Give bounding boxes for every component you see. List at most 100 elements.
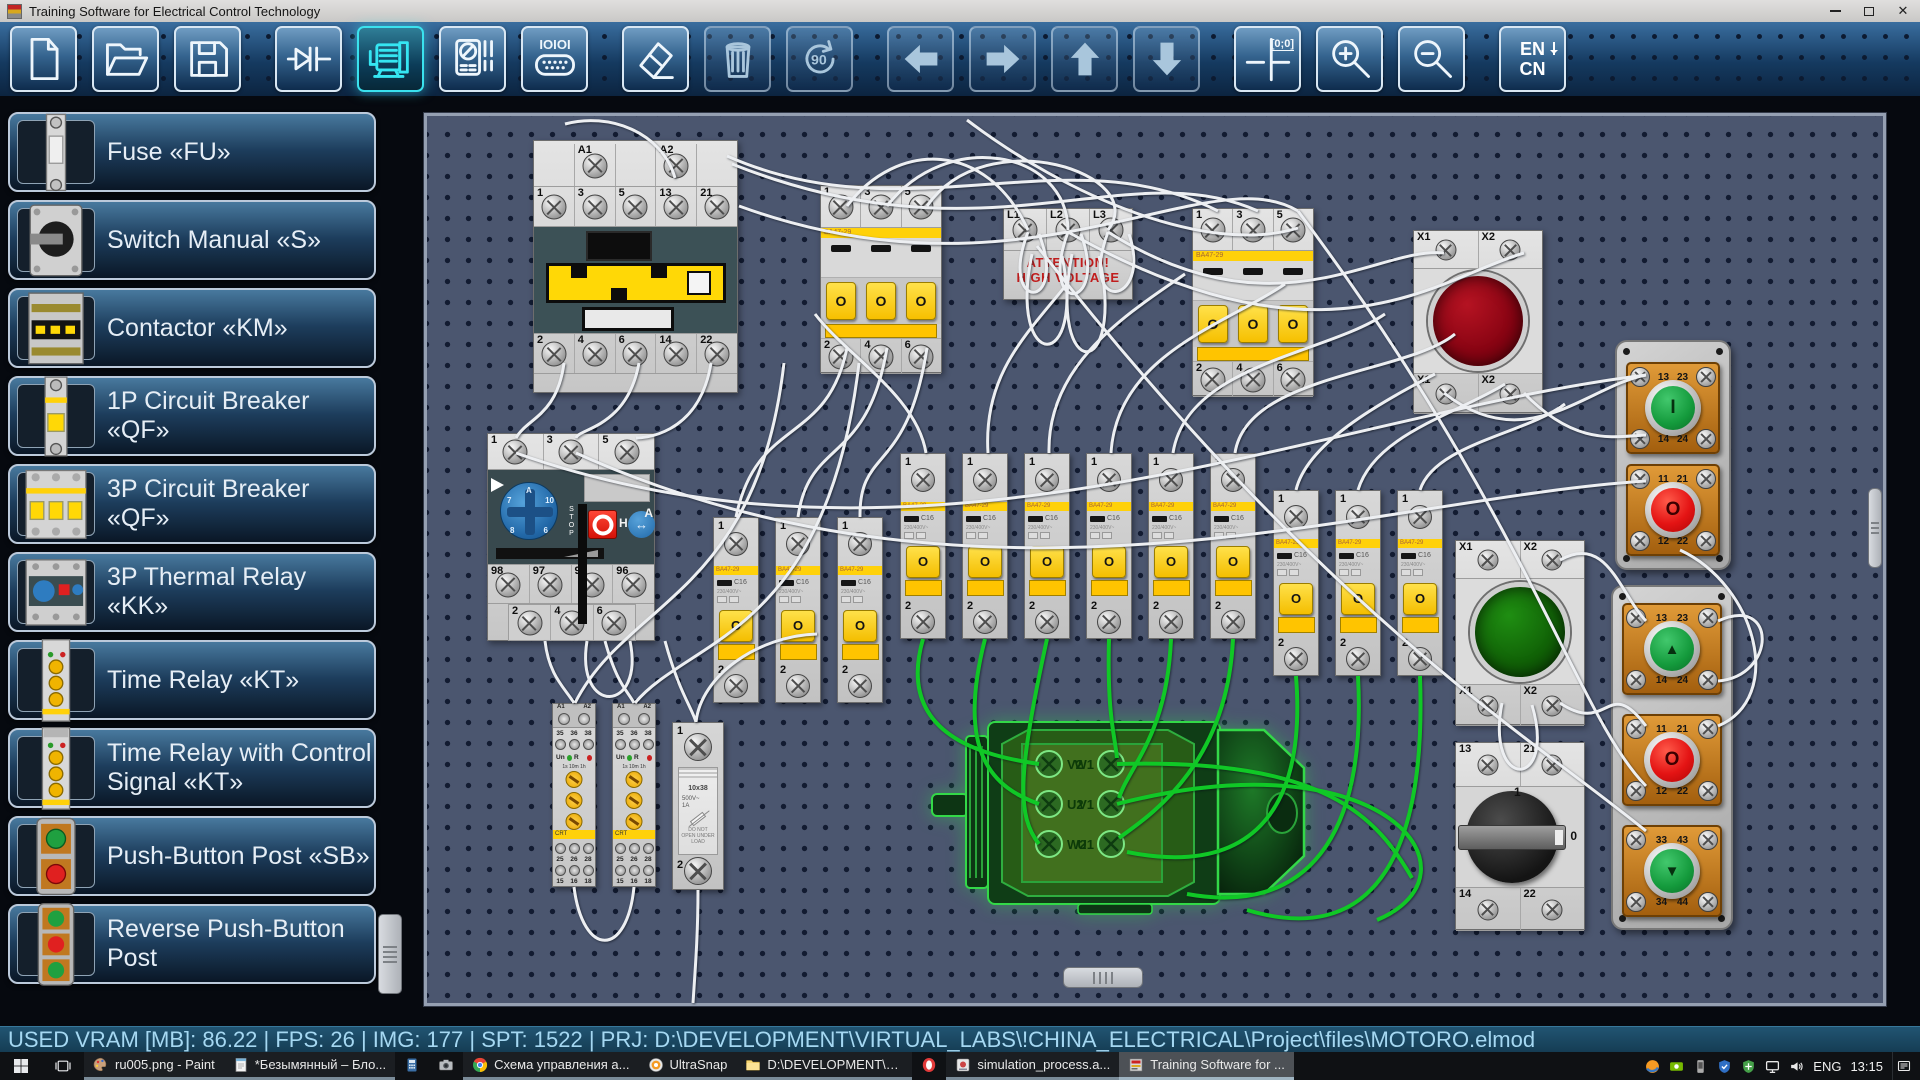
sidebar-item-breaker-1p[interactable]: 1P Circuit Breaker «QF» bbox=[8, 376, 376, 456]
taskbar-button-folder-win[interactable]: D:\DEVELOPMENT\VI... bbox=[736, 1052, 912, 1080]
toolbar-button-motor-components[interactable] bbox=[357, 26, 424, 92]
fuse-holder[interactable]: 1 10x38 500V~1A DO NOT OPEN UNDER LOAD 2 bbox=[672, 722, 724, 890]
workspace-canvas[interactable]: A1 A2 1 3 5 13 21 2 4 6 14 22 1 3 bbox=[424, 113, 1886, 1006]
breaker-lever[interactable]: O bbox=[1030, 546, 1064, 578]
toolbar-button-zoom-in[interactable] bbox=[1316, 26, 1383, 92]
breaker-lever[interactable]: O bbox=[866, 282, 896, 320]
close-button[interactable]: ✕ bbox=[1886, 0, 1920, 22]
breaker-lever[interactable]: O bbox=[906, 282, 936, 320]
toolbar-button-language[interactable]: ENCN bbox=[1499, 26, 1566, 92]
language-indicator[interactable]: ENG bbox=[1813, 1059, 1841, 1074]
clock[interactable]: 13:15 bbox=[1850, 1059, 1883, 1074]
time-relay-2[interactable]: A1A2 353638 UnR 1s 10m 1h CRT 252628 151… bbox=[612, 703, 656, 887]
breaker-lever[interactable]: O bbox=[1403, 583, 1437, 615]
breaker-lever[interactable]: O bbox=[1154, 546, 1188, 578]
start-button[interactable] bbox=[0, 1052, 42, 1080]
toolbar-button-save-project[interactable] bbox=[174, 26, 241, 92]
circuit-breaker-1p[interactable]: 1BA47-29C16230/400V~O2 bbox=[1335, 490, 1381, 676]
minimize-button[interactable] bbox=[1818, 0, 1852, 22]
tray-app-orange-icon[interactable] bbox=[1645, 1059, 1660, 1074]
taskbar-button-ultrasnap[interactable]: UltraSnap bbox=[639, 1052, 737, 1080]
sidebar-item-thermal-relay[interactable]: 3P Thermal Relay «KK» bbox=[8, 552, 376, 632]
manual-switch[interactable]: 13 21 1 0 14 22 bbox=[1455, 742, 1585, 930]
mounting-board[interactable]: A1 A2 1 3 5 13 21 2 4 6 14 22 1 3 bbox=[427, 116, 1883, 1003]
time-relay-1[interactable]: A1A2 353638 UnR 1s 10m 1h CRT 252628 151… bbox=[552, 703, 596, 887]
toolbar-button-measuring-instruments[interactable] bbox=[439, 26, 506, 92]
circuit-breaker-1p[interactable]: 1BA47-29C16230/400V~O2 bbox=[900, 453, 946, 639]
circuit-breaker-1p[interactable]: 1BA47-29C16230/400V~O2 bbox=[1086, 453, 1132, 639]
taskbar-button-app[interactable]: Training Software for ... bbox=[1119, 1052, 1294, 1080]
circuit-breaker-1p[interactable]: 1BA47-29C16230/400V~O2 bbox=[837, 517, 883, 703]
contactor-slide[interactable] bbox=[546, 263, 726, 303]
breaker-lever[interactable]: O bbox=[1278, 305, 1308, 343]
taskbar-button-calculator[interactable] bbox=[395, 1052, 429, 1080]
toolbar-button-new-file[interactable] bbox=[10, 26, 77, 92]
canvas-vertical-scrollbar[interactable] bbox=[1868, 488, 1882, 568]
maximize-button[interactable] bbox=[1852, 0, 1886, 22]
breaker-lever[interactable]: O bbox=[1216, 546, 1250, 578]
circuit-breaker-1p[interactable]: 1BA47-29C16230/400V~O2 bbox=[1273, 490, 1319, 676]
taskbar-button-chrome[interactable]: Схема управления а... bbox=[463, 1052, 638, 1080]
toolbar-button-serial-interface[interactable]: IOIOI bbox=[521, 26, 588, 92]
taskbar-button-camera[interactable] bbox=[429, 1052, 463, 1080]
fuse-cartridge[interactable]: 10x38 500V~1A DO NOT OPEN UNDER LOAD bbox=[678, 767, 718, 855]
toolbar-button-origin[interactable]: [0;0] bbox=[1234, 26, 1301, 92]
stop-lever[interactable] bbox=[578, 504, 587, 624]
circuit-breaker-1p[interactable]: 1BA47-29C16230/400V~O2 bbox=[775, 517, 821, 703]
breaker-lever[interactable]: O bbox=[719, 610, 753, 642]
circuit-breaker-3p-1[interactable]: 1 3 5 BA47-29 O O O 2 4 6 bbox=[820, 185, 942, 373]
tray-green-app-icon[interactable] bbox=[1669, 1059, 1684, 1074]
toolbar-button-zoom-out[interactable] bbox=[1398, 26, 1465, 92]
switch-handle[interactable] bbox=[1458, 825, 1566, 850]
toolbar-button-electrical-components[interactable] bbox=[275, 26, 342, 92]
breaker-lever[interactable]: O bbox=[1341, 583, 1375, 615]
taskbar-button-paint[interactable]: ru005.png - Paint bbox=[84, 1052, 224, 1080]
sidebar-item-time-relay-cs[interactable]: Time Relay with Control Signal «KT» bbox=[8, 728, 376, 808]
sidebar-item-switch-manual[interactable]: Switch Manual «S» bbox=[8, 200, 376, 280]
breaker-lever[interactable]: O bbox=[843, 610, 877, 642]
sidebar-item-time-relay[interactable]: Time Relay «KT» bbox=[8, 640, 376, 720]
range-dial[interactable] bbox=[566, 792, 583, 809]
circuit-breaker-3p-2[interactable]: 1 3 5 BA47-29 O O O 2 4 6 bbox=[1192, 208, 1314, 396]
mode-dial[interactable] bbox=[566, 813, 583, 830]
power-terminal-block[interactable]: L1 L2 L3 ATTENTION! HIGH VOLTAGE bbox=[1003, 208, 1133, 300]
breaker-lever[interactable]: O bbox=[1279, 583, 1313, 615]
mode-dial[interactable] bbox=[626, 813, 643, 830]
tray-shield-blue-icon[interactable] bbox=[1717, 1059, 1732, 1074]
breaker-lever[interactable]: O bbox=[781, 610, 815, 642]
circuit-breaker-1p[interactable]: 1BA47-29C16230/400V~O2 bbox=[1397, 490, 1443, 676]
taskbar-button-notepad[interactable]: *Безымянный – Бло... bbox=[224, 1052, 395, 1080]
push-button-post-start[interactable]: 1323 I 1424 1121 O 1222 bbox=[1615, 340, 1731, 570]
tray-device-grey-icon[interactable] bbox=[1693, 1059, 1708, 1074]
breaker-lever[interactable]: O bbox=[1238, 305, 1268, 343]
breaker-lever[interactable]: O bbox=[1092, 546, 1126, 578]
canvas-horizontal-scrollbar[interactable] bbox=[1063, 967, 1143, 988]
indicator-lamp-red[interactable]: X1 X2 X1 X2 bbox=[1413, 230, 1543, 413]
breaker-lever[interactable]: O bbox=[968, 546, 1002, 578]
task-view-button[interactable] bbox=[42, 1052, 84, 1080]
notification-center-icon[interactable] bbox=[1892, 1052, 1914, 1080]
sidebar-item-fuse[interactable]: Fuse «FU» bbox=[8, 112, 376, 192]
motor-terminals[interactable]: V2W1 U2V1 W2U1 bbox=[1036, 751, 1124, 857]
sidebar-item-breaker-3p[interactable]: 3P Circuit Breaker «QF» bbox=[8, 464, 376, 544]
push-button-post-reverse[interactable]: 1323 ▲ 1424 1121 O 1222 3343 ▼ 3444 bbox=[1611, 585, 1733, 930]
circuit-breaker-1p[interactable]: 1BA47-29C16230/400V~O2 bbox=[1024, 453, 1070, 639]
circuit-breaker-1p[interactable]: 1BA47-29C16230/400V~O2 bbox=[962, 453, 1008, 639]
circuit-breaker-1p[interactable]: 1BA47-29C16230/400V~O2 bbox=[1148, 453, 1194, 639]
contactor-km[interactable]: A1 A2 1 3 5 13 21 2 4 6 14 22 bbox=[533, 140, 738, 393]
current-setting-dial[interactable]: 7 A 10 8 6 bbox=[500, 482, 558, 540]
sidebar-scrollbar[interactable] bbox=[378, 914, 402, 994]
electric-motor[interactable]: V2W1 U2V1 W2U1 bbox=[930, 710, 1315, 917]
breaker-lever[interactable]: O bbox=[826, 282, 856, 320]
toolbar-button-eraser[interactable] bbox=[622, 26, 689, 92]
thermal-relay-kk[interactable]: 1 3 5 7 A 10 8 6 STOP H ↔ A 98 97 95 bbox=[487, 433, 655, 641]
taskbar-button-sim[interactable]: simulation_process.a... bbox=[946, 1052, 1119, 1080]
time-dial[interactable] bbox=[566, 771, 583, 788]
circuit-breaker-1p[interactable]: 1BA47-29C16230/400V~O2 bbox=[1210, 453, 1256, 639]
sidebar-item-contactor[interactable]: Contactor «KM» bbox=[8, 288, 376, 368]
toolbar-button-open-project[interactable] bbox=[92, 26, 159, 92]
indicator-lamp-green[interactable]: X1 X2 X1 X2 bbox=[1455, 540, 1585, 725]
sidebar-item-push-button-post[interactable]: Push-Button Post «SB» bbox=[8, 816, 376, 896]
tray-volume-icon[interactable] bbox=[1789, 1059, 1804, 1074]
thermal-reset-button[interactable] bbox=[588, 510, 617, 539]
